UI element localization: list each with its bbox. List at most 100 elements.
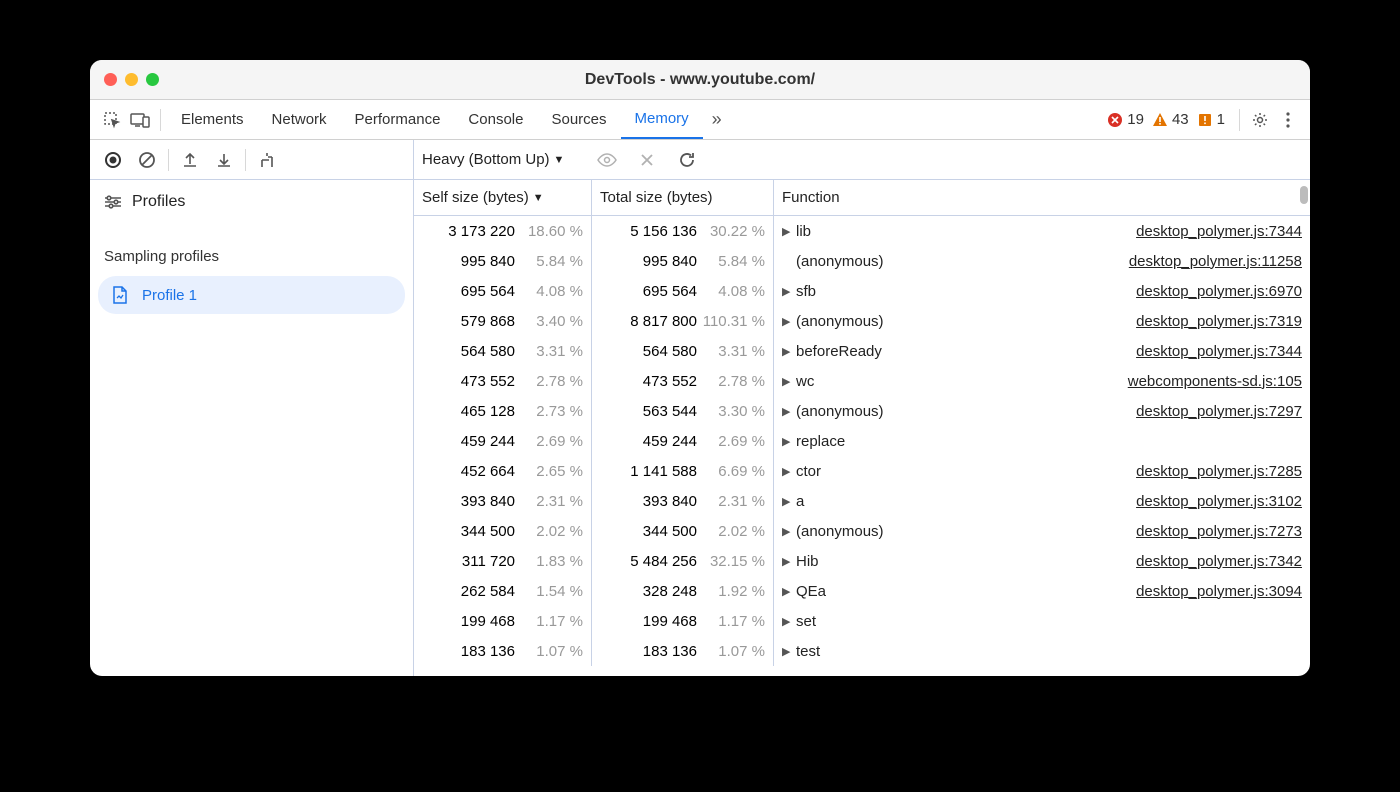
save-profile-icon[interactable] [209, 145, 239, 175]
expand-icon[interactable]: ▶ [782, 435, 796, 448]
function-name: sfb [796, 283, 816, 300]
source-link[interactable]: webcomponents-sd.js:105 [1128, 373, 1302, 390]
source-link[interactable]: desktop_polymer.js:11258 [1129, 253, 1302, 270]
cell-total: 459 2442.69 % [592, 426, 774, 456]
cell-self: 199 4681.17 % [414, 606, 592, 636]
expand-icon[interactable]: ▶ [782, 645, 796, 658]
table-row[interactable]: 564 5803.31 %564 5803.31 %▶beforeReadyde… [414, 336, 1310, 366]
table-row[interactable]: 695 5644.08 %695 5644.08 %▶sfbdesktop_po… [414, 276, 1310, 306]
settings-icon[interactable] [1246, 106, 1274, 134]
cell-self: 262 5841.54 % [414, 576, 592, 606]
window-title: DevTools - www.youtube.com/ [90, 71, 1310, 89]
tab-elements[interactable]: Elements [167, 100, 258, 139]
tab-memory[interactable]: Memory [621, 100, 703, 139]
cell-total: 344 5002.02 % [592, 516, 774, 546]
clear-icon[interactable] [132, 145, 162, 175]
source-link[interactable]: desktop_polymer.js:6970 [1136, 283, 1302, 300]
more-tabs-icon[interactable]: » [703, 106, 731, 134]
table-row[interactable]: 262 5841.54 %328 2481.92 %▶QEadesktop_po… [414, 576, 1310, 606]
col-total-size[interactable]: Total size (bytes) [592, 180, 774, 215]
cell-function: ▶set [774, 606, 1310, 636]
function-name: wc [796, 373, 814, 390]
table-row[interactable]: 3 173 22018.60 %5 156 13630.22 %▶libdesk… [414, 216, 1310, 246]
expand-icon[interactable]: ▶ [782, 555, 796, 568]
cell-self: 344 5002.02 % [414, 516, 592, 546]
profile-file-icon [112, 286, 128, 304]
source-link[interactable]: desktop_polymer.js:3094 [1136, 583, 1302, 600]
table-row[interactable]: 452 6642.65 %1 141 5886.69 %▶ctordesktop… [414, 456, 1310, 486]
warnings-badge[interactable]: 43 [1152, 111, 1189, 128]
tab-console[interactable]: Console [454, 100, 537, 139]
cell-total: 8 817 800110.31 % [592, 306, 774, 336]
expand-icon[interactable]: ▶ [782, 225, 796, 238]
profile-item-1[interactable]: Profile 1 [98, 276, 405, 314]
tab-performance[interactable]: Performance [341, 100, 455, 139]
window-controls [90, 73, 159, 86]
cell-self: 473 5522.78 % [414, 366, 592, 396]
expand-icon[interactable]: ▶ [782, 405, 796, 418]
expand-icon[interactable]: ▶ [782, 585, 796, 598]
expand-icon[interactable]: ▶ [782, 615, 796, 628]
profiles-header[interactable]: Profiles [90, 180, 413, 224]
titlebar: DevTools - www.youtube.com/ [90, 60, 1310, 100]
delete-icon[interactable] [632, 145, 662, 175]
profiles-sidebar: Profiles Sampling profiles Profile 1 [90, 180, 414, 676]
garbage-collect-icon[interactable] [252, 145, 282, 175]
cell-total: 183 1361.07 % [592, 636, 774, 666]
refresh-icon[interactable] [672, 145, 702, 175]
cell-function: ▶QEadesktop_polymer.js:3094 [774, 576, 1310, 606]
cell-total: 695 5644.08 % [592, 276, 774, 306]
table-row[interactable]: 465 1282.73 %563 5443.30 %▶(anonymous)de… [414, 396, 1310, 426]
minimize-window-button[interactable] [125, 73, 138, 86]
source-link[interactable]: desktop_polymer.js:3102 [1136, 493, 1302, 510]
table-row[interactable]: 393 8402.31 %393 8402.31 %▶adesktop_poly… [414, 486, 1310, 516]
issues-badge[interactable]: 1 [1197, 111, 1225, 128]
cell-function: ▶beforeReadydesktop_polymer.js:7344 [774, 336, 1310, 366]
expand-icon[interactable]: ▶ [782, 315, 796, 328]
tab-network[interactable]: Network [258, 100, 341, 139]
table-row[interactable]: 199 4681.17 %199 4681.17 %▶set [414, 606, 1310, 636]
view-mode-dropdown[interactable]: Heavy (Bottom Up) ▼ [422, 151, 564, 168]
table-row[interactable]: 311 7201.83 %5 484 25632.15 %▶Hibdesktop… [414, 546, 1310, 576]
expand-icon[interactable]: ▶ [782, 285, 796, 298]
expand-icon[interactable]: ▶ [782, 375, 796, 388]
cell-total: 564 5803.31 % [592, 336, 774, 366]
source-link[interactable]: desktop_polymer.js:7344 [1136, 343, 1302, 360]
table-row[interactable]: 579 8683.40 %8 817 800110.31 %▶(anonymou… [414, 306, 1310, 336]
errors-badge[interactable]: 19 [1107, 111, 1144, 128]
col-function[interactable]: Function [774, 180, 1310, 215]
source-link[interactable]: desktop_polymer.js:7342 [1136, 553, 1302, 570]
maximize-window-button[interactable] [146, 73, 159, 86]
record-icon[interactable] [98, 145, 128, 175]
function-name: ctor [796, 463, 821, 480]
source-link[interactable]: desktop_polymer.js:7319 [1136, 313, 1302, 330]
kebab-menu-icon[interactable] [1274, 106, 1302, 134]
close-window-button[interactable] [104, 73, 117, 86]
table-row[interactable]: 995 8405.84 %995 8405.84 %(anonymous)des… [414, 246, 1310, 276]
load-profile-icon[interactable] [175, 145, 205, 175]
expand-icon[interactable]: ▶ [782, 465, 796, 478]
device-toolbar-icon[interactable] [126, 106, 154, 134]
tab-sources[interactable]: Sources [537, 100, 620, 139]
table-row[interactable]: 183 1361.07 %183 1361.07 %▶test [414, 636, 1310, 666]
expand-icon[interactable]: ▶ [782, 525, 796, 538]
table-row[interactable]: 344 5002.02 %344 5002.02 %▶(anonymous)de… [414, 516, 1310, 546]
eye-icon[interactable] [592, 145, 622, 175]
cell-function: ▶test [774, 636, 1310, 666]
source-link[interactable]: desktop_polymer.js:7285 [1136, 463, 1302, 480]
devtools-window: DevTools - www.youtube.com/ Elements Net… [90, 60, 1310, 676]
source-link[interactable]: desktop_polymer.js:7273 [1136, 523, 1302, 540]
expand-icon[interactable]: ▶ [782, 345, 796, 358]
source-link[interactable]: desktop_polymer.js:7297 [1136, 403, 1302, 420]
cell-function: ▶ctor desktop_polymer.js:7285 [774, 456, 1310, 486]
table-row[interactable]: 459 2442.69 %459 2442.69 %▶replace [414, 426, 1310, 456]
expand-icon[interactable]: ▶ [782, 495, 796, 508]
function-name: replace [796, 433, 845, 450]
table-row[interactable]: 473 5522.78 %473 5522.78 %▶wcwebcomponen… [414, 366, 1310, 396]
source-link[interactable]: desktop_polymer.js:7344 [1136, 223, 1302, 240]
inspect-element-icon[interactable] [98, 106, 126, 134]
cell-self: 393 8402.31 % [414, 486, 592, 516]
col-self-size[interactable]: Self size (bytes) ▼ [414, 180, 592, 215]
scrollbar-thumb[interactable] [1300, 186, 1308, 204]
table-header: Self size (bytes) ▼ Total size (bytes) F… [414, 180, 1310, 216]
